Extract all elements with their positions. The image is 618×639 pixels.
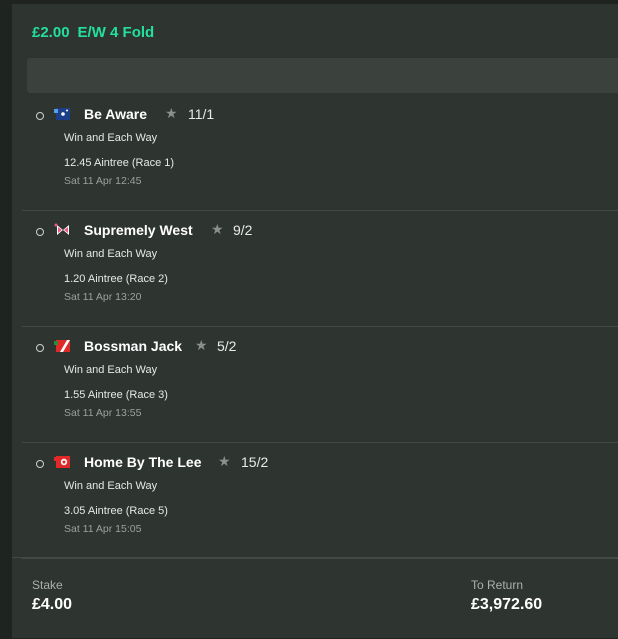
runner-odds: 11/1 — [188, 106, 215, 122]
runner-odds: 15/2 — [241, 454, 269, 470]
radio-button[interactable] — [36, 460, 44, 468]
star-icon[interactable]: ★ — [218, 453, 231, 470]
race-time: Sat 11 Apr 13:20 — [64, 291, 142, 303]
runner-name: Bossman Jack — [84, 338, 183, 354]
bet-stake-amount: £2.00 — [32, 24, 70, 41]
runner-name: Be Aware — [84, 106, 148, 122]
stake-input-strip[interactable] — [27, 58, 618, 93]
race-time: Sat 11 Apr 12:45 — [64, 175, 142, 187]
race-label: 1.20 Aintree (Race 2) — [64, 273, 168, 285]
race-time: Sat 11 Apr 15:05 — [64, 523, 142, 535]
betslip-panel: £2.00 E/W 4 Fold Be Aware ★ 11/1 Win and… — [12, 4, 618, 638]
stake-label: Stake — [32, 578, 63, 592]
radio-button[interactable] — [36, 228, 44, 236]
runner-name: Home By The Lee — [84, 454, 202, 470]
market-label: Win and Each Way — [64, 480, 158, 492]
radio-button[interactable] — [36, 344, 44, 352]
to-return-label: To Return — [471, 578, 524, 592]
star-icon[interactable]: ★ — [211, 221, 224, 238]
selection-row: Supremely West ★ 9/2 Win and Each Way 1.… — [22, 210, 618, 327]
race-label: 12.45 Aintree (Race 1) — [64, 157, 175, 169]
market-label: Win and Each Way — [64, 364, 158, 376]
silk-blue-stars-icon — [54, 108, 70, 120]
star-icon[interactable]: ★ — [195, 337, 208, 354]
bet-type-label: E/W 4 Fold — [77, 24, 155, 41]
race-label: 1.55 Aintree (Race 3) — [64, 389, 168, 401]
selection-row: Be Aware ★ 11/1 Win and Each Way 12.45 A… — [22, 94, 618, 211]
silk-red-white-icon — [54, 456, 70, 468]
betslip-footer: Stake £4.00 To Return £3,972.60 — [12, 557, 618, 639]
silk-pink-bow-icon — [54, 223, 69, 235]
runner-odds: 9/2 — [233, 222, 253, 238]
to-return-value: £3,972.60 — [471, 596, 543, 613]
silk-red-diagonal-icon — [54, 340, 70, 352]
selection-row: Home By The Lee ★ 15/2 Win and Each Way … — [22, 442, 618, 559]
race-time: Sat 11 Apr 13:55 — [64, 407, 142, 419]
stake-value: £4.00 — [32, 596, 73, 613]
runner-name: Supremely West — [84, 222, 193, 238]
race-label: 3.05 Aintree (Race 5) — [64, 505, 168, 517]
market-label: Win and Each Way — [64, 248, 158, 260]
bet-header[interactable]: £2.00 E/W 4 Fold — [32, 24, 154, 41]
selection-row: Bossman Jack ★ 5/2 Win and Each Way 1.55… — [22, 326, 618, 443]
runner-odds: 5/2 — [217, 338, 237, 354]
market-label: Win and Each Way — [64, 132, 158, 144]
star-icon[interactable]: ★ — [165, 105, 178, 122]
radio-button[interactable] — [36, 112, 44, 120]
